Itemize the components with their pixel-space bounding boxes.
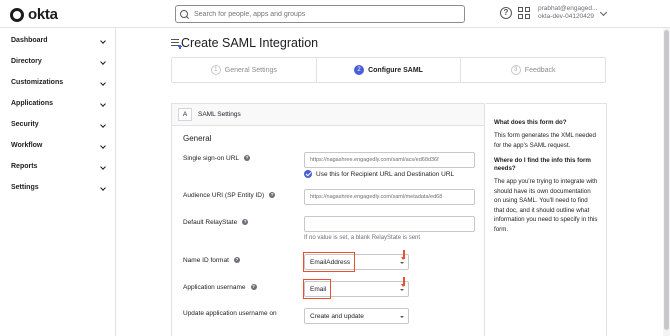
sidebar-item-security[interactable]: Security: [11, 121, 107, 135]
sidebar-item-label: Customizations: [11, 79, 64, 86]
info-icon[interactable]: ?: [269, 192, 276, 199]
sidebar-item-workflow[interactable]: Workflow: [11, 142, 107, 156]
sidebar-item-label: Dashboard: [11, 37, 48, 44]
recipient-url-checkbox[interactable]: Use this for Recipient URL and Destinati…: [304, 170, 454, 178]
dropdown-arrow-icon: [400, 316, 404, 318]
scrollbar-thumb[interactable]: [664, 30, 669, 330]
card-title: SAML Settings: [198, 111, 241, 118]
select-value: Create and update: [310, 313, 364, 320]
user-menu[interactable]: prabhat@engaged... okta-dev-04120429: [538, 5, 597, 21]
sidebar-item-settings[interactable]: Settings: [11, 184, 107, 198]
checkbox-checked-icon[interactable]: [304, 170, 312, 178]
sidebar-item-label: Security: [11, 121, 39, 128]
wizard-stepper: 1 General Settings 2 Configure SAML 3 Fe…: [171, 57, 606, 83]
sso-url-label: Single sign-on URL?: [183, 155, 251, 162]
step-number: 1: [210, 65, 221, 75]
card-header: A SAML Settings: [172, 104, 484, 126]
search-icon: [180, 9, 189, 19]
annotation-arrow-icon: [401, 250, 405, 260]
chevron-down-icon: [100, 164, 106, 170]
info-icon[interactable]: ?: [244, 155, 251, 162]
section-title: General: [183, 134, 212, 143]
sidebar-item-label: Applications: [11, 100, 54, 107]
step-feedback[interactable]: 3 Feedback: [461, 58, 605, 82]
update-username-label: Update application username on: [183, 310, 277, 317]
checkbox-label: Use this for Recipient URL and Destinati…: [316, 170, 455, 178]
sidebar-item-applications[interactable]: Applications: [11, 100, 107, 114]
dropdown-arrow-icon: [400, 262, 404, 264]
help-icon[interactable]: ?: [500, 7, 512, 19]
chevron-down-icon: [100, 59, 106, 65]
chevron-down-icon: [100, 122, 106, 128]
info-icon[interactable]: ?: [250, 284, 257, 291]
okta-logo-icon: [10, 7, 24, 22]
logo-text: okta: [28, 6, 58, 23]
step-number: 2: [354, 65, 365, 75]
sidebar-item-label: Settings: [11, 184, 39, 191]
step-label: General Settings: [224, 66, 277, 74]
help-panel: What does this form do? This form genera…: [486, 103, 607, 336]
chevron-down-icon: [100, 101, 106, 107]
name-id-format-label: Name ID format?: [183, 257, 240, 264]
highlight-box: [303, 279, 331, 299]
info-icon[interactable]: ?: [242, 219, 249, 226]
section-badge: A: [178, 108, 192, 121]
info-icon[interactable]: ?: [233, 257, 240, 264]
app-grid-icon[interactable]: [518, 7, 530, 19]
chevron-down-icon[interactable]: [599, 8, 608, 17]
chevron-down-icon: [100, 80, 106, 86]
user-name: prabhat@engaged...: [538, 5, 598, 12]
sidebar-item-customizations[interactable]: Customizations: [11, 79, 107, 93]
dropdown-arrow-icon: [400, 289, 404, 291]
search-input[interactable]: [194, 10, 454, 18]
help-question: Where do I find the info this form needs…: [494, 157, 591, 172]
relay-state-input[interactable]: [304, 216, 475, 232]
okta-logo[interactable]: okta: [10, 6, 58, 23]
step-label: Configure SAML: [368, 66, 423, 74]
step-number: 3: [510, 65, 521, 75]
sidebar-item-directory[interactable]: Directory: [11, 58, 107, 72]
search-box[interactable]: [175, 5, 465, 23]
sidebar-item-label: Workflow: [11, 142, 43, 149]
app-username-label: Application username?: [183, 284, 257, 291]
step-general-settings[interactable]: 1 General Settings: [172, 58, 317, 82]
update-username-select[interactable]: Create and update: [304, 308, 409, 324]
audience-uri-input[interactable]: https://nagashree.engagedly.com/saml/met…: [304, 189, 475, 205]
integration-list-icon: [171, 39, 182, 49]
sidebar-item-label: Reports: [11, 163, 38, 170]
sidebar-item-label: Directory: [11, 58, 42, 65]
help-answer: The app you're trying to integrate with …: [494, 178, 598, 233]
page-title: Create SAML Integration: [181, 36, 319, 50]
audience-uri-label: Audience URI (SP Entity ID)?: [183, 192, 276, 199]
relay-state-hint: If no value is set, a blank RelayState i…: [304, 235, 421, 241]
step-configure-saml[interactable]: 2 Configure SAML: [317, 58, 462, 82]
relay-state-label: Default RelayState?: [183, 219, 249, 226]
help-answer: This form generates the XML needed for t…: [494, 132, 596, 149]
chevron-down-icon: [100, 185, 106, 191]
saml-settings-card: A SAML Settings General Single sign-on U…: [171, 103, 485, 336]
chevron-down-icon: [100, 38, 106, 44]
sidebar-item-dashboard[interactable]: Dashboard: [11, 37, 107, 51]
sidebar: Dashboard Directory Customizations Appli…: [0, 28, 116, 336]
top-bar: okta ? prabhat@engaged... okta-dev-04120…: [0, 0, 670, 28]
sidebar-item-reports[interactable]: Reports: [11, 163, 107, 177]
sso-url-input[interactable]: https://nagashree.engagedly.com/saml/acs…: [304, 152, 475, 168]
chevron-down-icon: [100, 143, 106, 149]
page-scrollbar[interactable]: [663, 28, 670, 336]
step-label: Feedback: [524, 66, 556, 74]
help-question: What does this form do?: [494, 119, 567, 126]
annotation-arrow-icon: [401, 277, 405, 287]
user-org: okta-dev-04120429: [538, 13, 595, 20]
highlight-box: [303, 252, 355, 272]
